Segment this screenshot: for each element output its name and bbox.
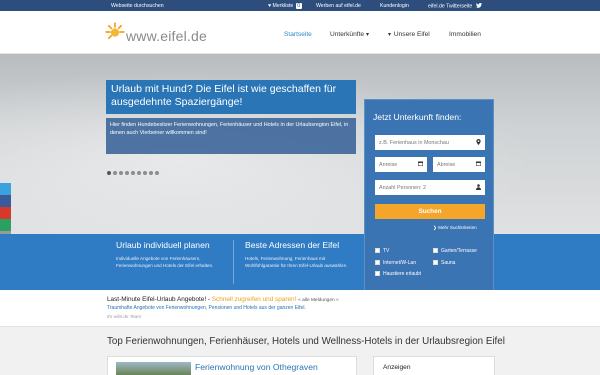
- wishlist-label: ♥ Merkliste: [268, 2, 294, 9]
- band-divider: [233, 240, 234, 284]
- filter-garten[interactable]: Garten/Terrasse: [433, 248, 477, 254]
- filter-tv[interactable]: TV: [375, 248, 389, 254]
- filter-internet[interactable]: Internet/W-Lan: [375, 260, 416, 266]
- nav-unsere-eifel[interactable]: ▾ Unsere Eifel: [388, 31, 430, 38]
- slider-dot[interactable]: [113, 171, 117, 175]
- lastminute-teaser[interactable]: Traumhafte Angebote von Ferienwohnungen,…: [107, 305, 306, 311]
- section-title: Top Ferienwohnungen, Ferienhäuser, Hotel…: [107, 336, 505, 347]
- ads-title: Anzeigen: [383, 364, 411, 371]
- filter-tv-label: TV: [383, 248, 390, 254]
- checkbox-icon: [375, 260, 380, 265]
- slider-dot[interactable]: [119, 171, 123, 175]
- nav-unsere-eifel-label: Unsere Eifel: [393, 31, 430, 38]
- hero-headline[interactable]: Urlaub mit Hund? Die Eifel ist wie gesch…: [106, 80, 356, 114]
- lastminute-label[interactable]: Last-Minute Eifel-Urlaub Angebote! -: [107, 296, 210, 303]
- filter-haustiere[interactable]: Haustiere erlaubt: [375, 271, 421, 277]
- lastminute-highlight[interactable]: Schnell zugreifen und sparen!: [212, 296, 297, 303]
- slider-dot[interactable]: [149, 171, 153, 175]
- slider-dot[interactable]: [155, 171, 159, 175]
- wishlist-link[interactable]: ♥ Merkliste 0: [268, 2, 302, 9]
- site-header: www.eifel.de Startseite Unterkünfte ▾ ▾ …: [0, 11, 600, 54]
- checkbox-icon: [375, 248, 380, 253]
- top-listings-section: Top Ferienwohnungen, Ferienhäuser, Hotel…: [0, 326, 600, 375]
- departure-placeholder: Abreise: [437, 161, 456, 168]
- twitter-icon: [475, 2, 482, 9]
- filter-sauna[interactable]: Sauna: [433, 260, 455, 266]
- ads-panel: Anzeigen: [373, 356, 495, 375]
- social-twitter-button[interactable]: [0, 183, 11, 195]
- checkbox-icon: [375, 271, 380, 276]
- feature-planen-text: Individuelle Angebote von Ferienhäusern,…: [116, 256, 214, 268]
- nav-unterkuenfte-label: Unterkünfte: [330, 31, 365, 38]
- persons-value: Anzahl Personen: 2: [379, 184, 427, 191]
- chevron-down-icon: ▾: [365, 32, 369, 38]
- location-input[interactable]: z.B. Ferienhaus in Monschau: [375, 135, 485, 150]
- filter-haustiere-label: Haustiere erlaubt: [383, 271, 422, 277]
- hero-subtext: Hier finden Hundebesitzer Ferienwohnunge…: [106, 118, 356, 154]
- listing-image[interactable]: [116, 362, 191, 375]
- slider-dot[interactable]: [125, 171, 129, 175]
- filter-internet-label: Internet/W-Lan: [383, 260, 416, 266]
- nav-unterkuenfte[interactable]: Unterkünfte ▾: [330, 31, 370, 38]
- nav-immobilien[interactable]: Immobilien: [449, 31, 481, 38]
- checkbox-icon: [433, 248, 438, 253]
- lastminute-signature: Ihr eifel.de Team: [107, 314, 142, 319]
- search-button[interactable]: Suchen: [375, 204, 485, 219]
- sun-logo-icon[interactable]: [104, 21, 126, 43]
- all-news-link[interactable]: « alle Meldungen »: [298, 298, 339, 303]
- departure-date-input[interactable]: Abreise: [433, 157, 485, 172]
- more-criteria-label: Mehr Suchkriterien: [438, 225, 477, 230]
- customer-login-link[interactable]: Kundenlogin: [380, 3, 409, 9]
- person-icon: [476, 183, 481, 192]
- accommodation-search-box: Jetzt Unterkunft finden: z.B. Ferienhaus…: [364, 99, 494, 317]
- top-utility-bar: Webseite durchsuchen ♥ Merkliste 0 Werbe…: [0, 0, 600, 11]
- slider-dot[interactable]: [131, 171, 135, 175]
- site-logo-text[interactable]: www.eifel.de: [126, 28, 207, 44]
- site-search-link[interactable]: Webseite durchsuchen: [111, 3, 164, 9]
- listing-card[interactable]: Ferienwohnung von Othegraven: [107, 356, 357, 375]
- search-title: Jetzt Unterkunft finden:: [373, 112, 462, 122]
- calendar-icon: [476, 161, 481, 168]
- slider-dot[interactable]: [107, 171, 111, 175]
- feature-adressen[interactable]: Beste Adressen der Eifel Hotels, Ferienw…: [245, 240, 357, 270]
- feature-adressen-title: Beste Adressen der Eifel: [245, 240, 340, 250]
- lastminute-news: Last-Minute Eifel-Urlaub Angebote! - Sch…: [0, 290, 600, 326]
- more-criteria-link[interactable]: ❯ Mehr Suchkriterien: [433, 225, 477, 231]
- slider-dot[interactable]: [137, 171, 141, 175]
- advertise-link[interactable]: Werben auf eifel.de: [316, 3, 361, 9]
- arrival-placeholder: Anreise: [379, 161, 398, 168]
- nav-startseite[interactable]: Startseite: [284, 31, 312, 38]
- lastminute-headline: Last-Minute Eifel-Urlaub Angebote! - Sch…: [107, 296, 339, 303]
- twitter-link[interactable]: eifel.de Twitterseite: [428, 2, 482, 9]
- chevron-down-icon: ▾: [388, 32, 392, 38]
- arrival-date-input[interactable]: Anreise: [375, 157, 427, 172]
- filter-sauna-label: Sauna: [441, 260, 456, 266]
- filter-garten-label: Garten/Terrasse: [441, 248, 477, 254]
- feature-planen[interactable]: Urlaub individuell planen Individuelle A…: [116, 240, 228, 270]
- social-googleplus-button[interactable]: [0, 207, 11, 219]
- wishlist-count-badge: 0: [295, 2, 302, 9]
- feature-planen-title: Urlaub individuell planen: [116, 240, 210, 250]
- social-share-button[interactable]: [0, 219, 11, 231]
- calendar-icon: [418, 161, 423, 168]
- arrow-right-icon: ❯: [433, 225, 437, 230]
- feature-adressen-text: Hotels, Ferienwohnung, Ferienhaus mit Wo…: [245, 256, 348, 268]
- persons-input[interactable]: Anzahl Personen: 2: [375, 180, 485, 195]
- checkbox-icon: [433, 260, 438, 265]
- location-placeholder: z.B. Ferienhaus in Monschau: [379, 139, 449, 146]
- twitter-label: eifel.de Twitterseite: [428, 3, 473, 9]
- slider-dot[interactable]: [143, 171, 147, 175]
- map-pin-icon: [476, 138, 481, 147]
- social-facebook-button[interactable]: [0, 195, 11, 207]
- listing-title[interactable]: Ferienwohnung von Othegraven: [195, 362, 318, 372]
